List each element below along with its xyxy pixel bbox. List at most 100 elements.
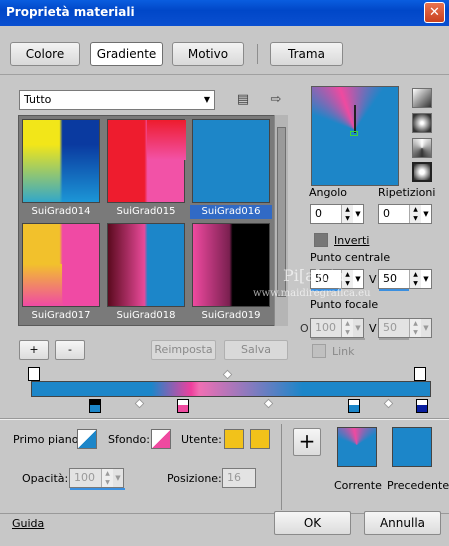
- chevron-down-icon[interactable]: ▼: [421, 270, 431, 288]
- ok-button[interactable]: OK: [274, 511, 351, 535]
- link-checkbox[interactable]: [312, 344, 326, 358]
- tab-colore[interactable]: Colore: [10, 42, 80, 66]
- watermark-logo: Pi[a]cia: [283, 266, 345, 285]
- notepad-icon[interactable]: ▤: [233, 91, 253, 109]
- focal-o-label: O: [300, 322, 309, 335]
- link-label[interactable]: Link: [332, 345, 355, 358]
- focal-h-value: 100: [315, 321, 336, 334]
- spin-arrows-icon[interactable]: ▲ ▼: [409, 319, 421, 337]
- angle-input[interactable]: 0 ▲ ▼ ▼: [310, 204, 364, 224]
- save-button[interactable]: Salva: [224, 340, 288, 360]
- reset-button[interactable]: Reimposta: [151, 340, 216, 360]
- chevron-down-icon[interactable]: ▼: [353, 319, 363, 337]
- center-point-label: Punto centrale: [310, 251, 391, 264]
- tab-gradiente[interactable]: Gradiente: [90, 42, 163, 66]
- radial-style-button[interactable]: [412, 162, 432, 182]
- gallery-item-label: SuiGrad019: [201, 310, 261, 321]
- gallery-item-label: SuiGrad018: [116, 310, 176, 321]
- gallery-item-suigrad014[interactable]: SuiGrad014: [22, 119, 100, 217]
- gradient-swatch: [192, 119, 270, 203]
- previous-label: Precedente: [387, 479, 449, 492]
- spin-arrows-icon[interactable]: ▲ ▼: [341, 319, 353, 337]
- start-stop-marker[interactable]: [28, 367, 40, 381]
- spin-arrows-icon[interactable]: ▲ ▼: [409, 270, 421, 288]
- sunburst-style-button[interactable]: [412, 138, 432, 158]
- chevron-down-icon[interactable]: ▼: [421, 319, 431, 337]
- focal-point-label: Punto focale: [310, 298, 379, 311]
- add-button[interactable]: +: [19, 340, 49, 360]
- opacity-value: 100: [74, 471, 95, 484]
- divider: [0, 419, 449, 420]
- user-color-chip[interactable]: [224, 429, 244, 449]
- gradient-swatch: [22, 119, 100, 203]
- gallery-item-label: SuiGrad016: [190, 205, 272, 219]
- value-bar: [379, 289, 409, 291]
- gallery-item-suigrad016[interactable]: SuiGrad016: [190, 119, 272, 219]
- gallery-item-suigrad018[interactable]: SuiGrad018: [107, 223, 185, 321]
- spin-arrows-icon[interactable]: ▲ ▼: [101, 469, 113, 487]
- background-label: Sfondo:: [108, 433, 150, 446]
- background-chip[interactable]: [151, 429, 171, 449]
- invert-label[interactable]: Inverti: [334, 234, 369, 247]
- category-value: Tutto: [24, 93, 52, 106]
- chevron-down-icon: ▼: [203, 95, 210, 104]
- gradient-swatch: [22, 223, 100, 307]
- gradient-preview[interactable]: [311, 86, 399, 186]
- position-label: Posizione:: [167, 472, 222, 485]
- color-stop-pink[interactable]: [177, 399, 189, 413]
- gradient-editor-bar[interactable]: [31, 381, 431, 397]
- gallery-item-suigrad017[interactable]: SuiGrad017: [22, 223, 100, 321]
- focal-v-value: 50: [383, 321, 397, 334]
- watermark-url: www.maidiregrafica.eu: [253, 288, 371, 299]
- arrow-right-icon[interactable]: ⇨: [266, 91, 286, 109]
- color-stop-blue[interactable]: [348, 399, 360, 413]
- end-stop-marker[interactable]: [414, 367, 426, 381]
- invert-checkbox[interactable]: [314, 233, 328, 247]
- tab-trama[interactable]: Trama: [270, 42, 343, 66]
- color-stop-navy[interactable]: [416, 399, 428, 413]
- category-dropdown[interactable]: Tutto ▼: [19, 90, 215, 110]
- user-color-chip[interactable]: [250, 429, 270, 449]
- color-stop-blue[interactable]: [89, 399, 101, 413]
- close-button[interactable]: ✕: [424, 2, 445, 23]
- position-input[interactable]: 16: [222, 468, 256, 488]
- focal-v-input[interactable]: 50 ▲ ▼ ▼: [378, 318, 432, 340]
- vertical-divider: [281, 424, 282, 510]
- repeat-value: 0: [383, 207, 390, 220]
- gallery-item-suigrad015[interactable]: SuiGrad015: [107, 119, 186, 217]
- opacity-input[interactable]: 100 ▲ ▼ ▼: [69, 468, 125, 490]
- previous-swatch[interactable]: [392, 427, 432, 467]
- gallery-item-label: SuiGrad015: [116, 206, 176, 217]
- close-icon: ✕: [429, 5, 440, 20]
- value-bar: [311, 338, 365, 340]
- focal-v-label: V: [369, 322, 377, 335]
- chevron-down-icon[interactable]: ▼: [421, 205, 431, 223]
- current-label: Corrente: [334, 479, 382, 492]
- tab-separator: [257, 44, 258, 64]
- position-value: 16: [227, 471, 241, 484]
- remove-button[interactable]: -: [55, 340, 85, 360]
- foreground-chip[interactable]: [77, 429, 97, 449]
- spin-arrows-icon[interactable]: ▲ ▼: [341, 205, 353, 223]
- center-v-input[interactable]: 50 ▲ ▼ ▼: [378, 269, 432, 291]
- spin-arrows-icon[interactable]: ▲ ▼: [409, 205, 421, 223]
- angle-handle[interactable]: [354, 105, 356, 133]
- tab-motivo[interactable]: Motivo: [172, 42, 244, 66]
- current-swatch[interactable]: [337, 427, 377, 467]
- help-link[interactable]: Guida: [12, 517, 44, 530]
- center-v-label: V: [369, 273, 377, 286]
- linear-style-button[interactable]: [412, 88, 432, 108]
- focal-h-input[interactable]: 100 ▲ ▼ ▼: [310, 318, 365, 340]
- cancel-button[interactable]: Annulla: [364, 511, 441, 535]
- repeat-label: Ripetizioni: [378, 186, 436, 199]
- foreground-label: Primo piano:: [13, 433, 83, 446]
- chevron-down-icon[interactable]: ▼: [353, 270, 363, 288]
- rectangular-style-button[interactable]: [412, 113, 432, 133]
- chevron-down-icon[interactable]: ▼: [113, 469, 123, 487]
- chevron-down-icon[interactable]: ▼: [353, 205, 363, 223]
- user-label: Utente:: [181, 433, 222, 446]
- repeat-input[interactable]: 0 ▲ ▼ ▼: [378, 204, 432, 224]
- window-title: Proprietà materiali: [6, 5, 135, 19]
- center-handle[interactable]: [350, 131, 358, 136]
- plus-icon[interactable]: +: [293, 428, 321, 456]
